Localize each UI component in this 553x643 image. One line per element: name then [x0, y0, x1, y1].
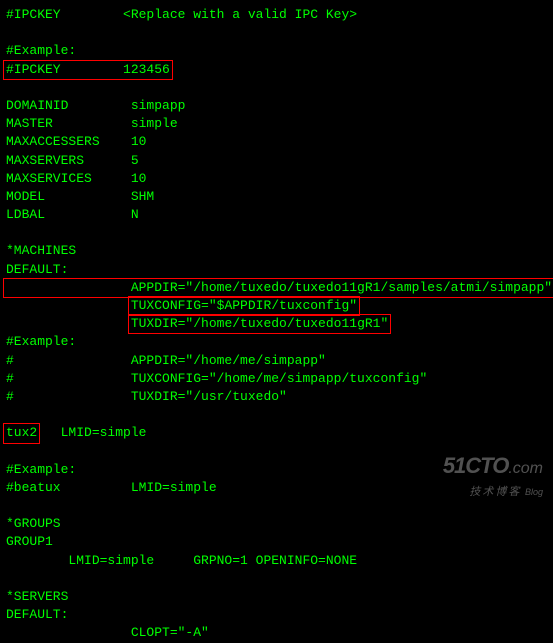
highlight-appdir: APPDIR="/home/tuxedo/tuxedo11gR1/samples…: [3, 278, 553, 298]
cfg-line: #Example:: [6, 462, 76, 477]
terminal-output: #IPCKEY <Replace with a valid IPC Key> #…: [6, 6, 547, 643]
cfg-line: GROUP1: [6, 534, 53, 549]
cfg-line: DEFAULT:: [6, 607, 68, 622]
highlight-tuxdir: TUXDIR="/home/tuxedo/tuxedo11gR1": [128, 314, 391, 334]
cfg-line: #IPCKEY <Replace with a valid IPC Key>: [6, 7, 357, 22]
cfg-line: MAXSERVERS 5: [6, 153, 139, 168]
cfg-line: *GROUPS: [6, 516, 61, 531]
cfg-line: #beatux LMID=simple: [6, 480, 217, 495]
cfg-line: MODEL SHM: [6, 189, 154, 204]
cfg-line: DEFAULT:: [6, 262, 68, 277]
cfg-line: # TUXCONFIG="/home/me/simpapp/tuxconfig": [6, 371, 427, 386]
cfg-line: LDBAL N: [6, 207, 139, 222]
cfg-line: MASTER simple: [6, 116, 178, 131]
cfg-line: #Example:: [6, 334, 76, 349]
cfg-line: CLOPT="-A": [6, 625, 209, 640]
cfg-line: MAXSERVICES 10: [6, 171, 146, 186]
cfg-line: MAXACCESSERS 10: [6, 134, 146, 149]
cfg-line: DOMAINID simpapp: [6, 98, 185, 113]
highlight-tuxconfig: TUXCONFIG="$APPDIR/tuxconfig": [128, 296, 360, 316]
cfg-line: # TUXDIR="/usr/tuxedo": [6, 389, 287, 404]
cfg-line: #Example:: [6, 43, 76, 58]
cfg-line: *MACHINES: [6, 243, 76, 258]
highlight-hostname: tux2: [3, 423, 40, 443]
cfg-line: *SERVERS: [6, 589, 68, 604]
highlight-ipckey: #IPCKEY 123456: [3, 60, 173, 80]
cfg-line: LMID=simple GRPNO=1 OPENINFO=NONE: [6, 553, 357, 568]
watermark: 51CTO.com 技术博客 Blog: [443, 451, 543, 500]
cfg-line: # APPDIR="/home/me/simpapp": [6, 353, 326, 368]
cfg-line: LMID=simple: [37, 425, 146, 440]
